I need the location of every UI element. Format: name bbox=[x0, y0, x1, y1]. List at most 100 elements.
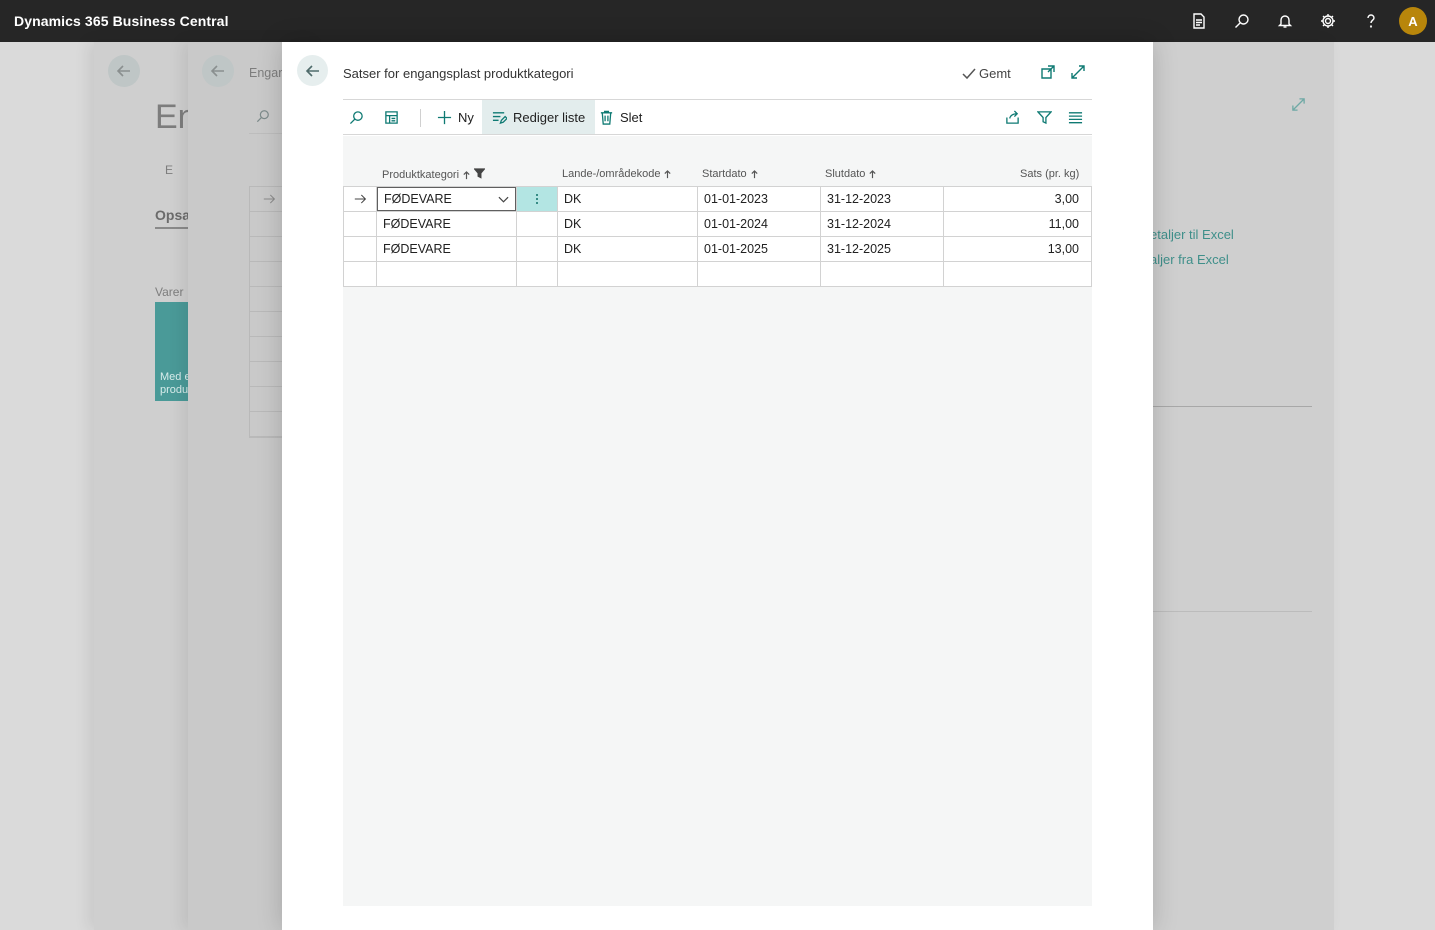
start-date-cell[interactable]: 01-01-2024 bbox=[698, 212, 821, 236]
column-header-end-label: Slutdato bbox=[825, 168, 866, 180]
background-section-title: Opsa bbox=[155, 207, 191, 223]
rate-cell[interactable] bbox=[944, 262, 1092, 286]
background-tile-text-2: produ bbox=[160, 384, 189, 396]
rate-cell[interactable]: 11,00 bbox=[944, 212, 1092, 236]
column-header-end[interactable]: Slutdato bbox=[825, 168, 877, 180]
category-cell[interactable]: FØDEVARE bbox=[377, 237, 517, 261]
background-search-icon bbox=[256, 110, 269, 123]
background-divider-2 bbox=[1153, 611, 1312, 612]
search-button[interactable] bbox=[349, 100, 364, 134]
end-date-cell[interactable] bbox=[821, 262, 944, 286]
row-indicator bbox=[344, 237, 377, 261]
app-bar-icons: A bbox=[1177, 0, 1435, 42]
app-bar: Dynamics 365 Business Central A bbox=[0, 0, 1435, 42]
background-page3-title: Engar bbox=[249, 66, 283, 80]
filter-button[interactable] bbox=[1037, 100, 1052, 134]
background-back-button bbox=[108, 55, 140, 87]
background-back-button-2 bbox=[202, 55, 234, 87]
country-cell[interactable]: DK bbox=[558, 237, 698, 261]
row-actions-menu[interactable] bbox=[517, 262, 558, 286]
row-indicator bbox=[344, 212, 377, 236]
background-link-excel-to: etaljer til Excel bbox=[1150, 227, 1234, 242]
country-cell[interactable] bbox=[558, 262, 698, 286]
rate-cell[interactable]: 13,00 bbox=[944, 237, 1092, 261]
trash-icon bbox=[600, 110, 613, 125]
row-actions-menu[interactable] bbox=[517, 212, 558, 236]
table-row[interactable]: FØDEVARE DK 01-01-2024 31-12-2024 11,00 bbox=[344, 212, 1092, 237]
category-cell[interactable] bbox=[377, 262, 517, 286]
share-button[interactable] bbox=[1005, 100, 1020, 134]
background-tile-text-1: Med e bbox=[160, 371, 191, 383]
saved-label: Gemt bbox=[979, 66, 1011, 81]
bell-icon[interactable] bbox=[1263, 0, 1306, 42]
table-row[interactable]: FØDEVARE DK 01-01-2023 31-12-2023 3,00 bbox=[344, 187, 1092, 212]
country-cell[interactable]: DK bbox=[558, 212, 698, 236]
column-header-country[interactable]: Lande-/områdekode bbox=[562, 168, 672, 180]
column-headers: Produktkategori Lande-/områdekode Startd… bbox=[343, 162, 1092, 186]
category-select-value: FØDEVARE bbox=[384, 192, 452, 206]
edit-list-button[interactable]: Rediger liste bbox=[482, 100, 596, 134]
column-header-country-label: Lande-/områdekode bbox=[562, 168, 661, 180]
start-date-cell[interactable] bbox=[698, 262, 821, 286]
edit-list-button-label: Rediger liste bbox=[513, 109, 586, 125]
edit-list-icon bbox=[492, 111, 507, 124]
country-cell[interactable]: DK bbox=[558, 187, 698, 211]
start-date-cell[interactable]: 01-01-2025 bbox=[698, 237, 821, 261]
start-date-cell[interactable]: 01-01-2023 bbox=[698, 187, 821, 211]
list-options-button[interactable] bbox=[1068, 100, 1083, 134]
expand-icon[interactable] bbox=[1070, 64, 1086, 80]
background-tiles-label: Varer bbox=[155, 285, 184, 299]
background-action: E bbox=[165, 163, 174, 177]
action-separator bbox=[420, 109, 421, 127]
end-date-cell[interactable]: 31-12-2023 bbox=[821, 187, 944, 211]
document-icon[interactable] bbox=[1177, 0, 1220, 42]
column-header-rate[interactable]: Sats (pr. kg) bbox=[1020, 168, 1079, 180]
arrow-right-icon bbox=[263, 194, 275, 204]
column-header-start[interactable]: Startdato bbox=[702, 168, 759, 180]
sort-ascending-icon bbox=[664, 169, 672, 178]
search-icon bbox=[349, 110, 363, 124]
row-actions-menu[interactable] bbox=[517, 187, 558, 211]
new-button-label: Ny bbox=[458, 109, 474, 125]
gear-icon[interactable] bbox=[1306, 0, 1349, 42]
new-button[interactable]: Ny bbox=[437, 100, 474, 134]
page-title: Satser for engangsplast produktkategori bbox=[343, 66, 574, 81]
background-expand-icon bbox=[1292, 98, 1305, 111]
sort-ascending-icon bbox=[463, 170, 470, 179]
app-title[interactable]: Dynamics 365 Business Central bbox=[14, 13, 229, 29]
table-row[interactable]: FØDEVARE DK 01-01-2025 31-12-2025 13,00 bbox=[344, 237, 1092, 262]
end-date-cell[interactable]: 31-12-2025 bbox=[821, 237, 944, 261]
plus-icon bbox=[437, 110, 452, 124]
arrow-left-icon bbox=[210, 65, 224, 77]
end-date-cell[interactable]: 31-12-2024 bbox=[821, 212, 944, 236]
share-icon bbox=[1006, 109, 1019, 124]
background-link-excel-from: aljer fra Excel bbox=[1150, 252, 1229, 267]
rate-cell[interactable]: 3,00 bbox=[944, 187, 1092, 211]
column-header-category[interactable]: Produktkategori bbox=[382, 168, 486, 182]
category-cell[interactable]: FØDEVARE bbox=[377, 212, 517, 236]
column-header-category-label: Produktkategori bbox=[382, 169, 460, 181]
delete-button-label: Slet bbox=[620, 109, 643, 125]
arrow-right-icon bbox=[354, 194, 366, 204]
row-actions-menu[interactable] bbox=[517, 237, 558, 261]
row-indicator bbox=[344, 187, 377, 211]
table-row-empty[interactable] bbox=[344, 262, 1092, 287]
filter-active-icon bbox=[473, 168, 486, 182]
open-in-new-window-icon[interactable] bbox=[1040, 64, 1056, 80]
checkmark-icon bbox=[962, 68, 976, 79]
arrow-left-icon bbox=[116, 65, 130, 77]
row-indicator bbox=[344, 262, 377, 286]
sort-ascending-icon bbox=[751, 169, 758, 178]
more-options-icon bbox=[536, 194, 538, 204]
delete-button[interactable]: Slet bbox=[599, 100, 642, 134]
avatar[interactable]: A bbox=[1399, 7, 1427, 35]
action-bar: Ny Rediger liste Slet bbox=[343, 99, 1092, 135]
category-select[interactable]: FØDEVARE bbox=[377, 187, 516, 211]
arrow-left-icon bbox=[305, 64, 319, 77]
column-header-start-label: Startdato bbox=[702, 168, 747, 180]
back-button[interactable] bbox=[297, 55, 328, 86]
search-icon[interactable] bbox=[1220, 0, 1263, 42]
view-toggle-button[interactable] bbox=[384, 100, 399, 134]
filter-icon bbox=[1037, 110, 1052, 124]
help-icon[interactable] bbox=[1349, 0, 1392, 42]
